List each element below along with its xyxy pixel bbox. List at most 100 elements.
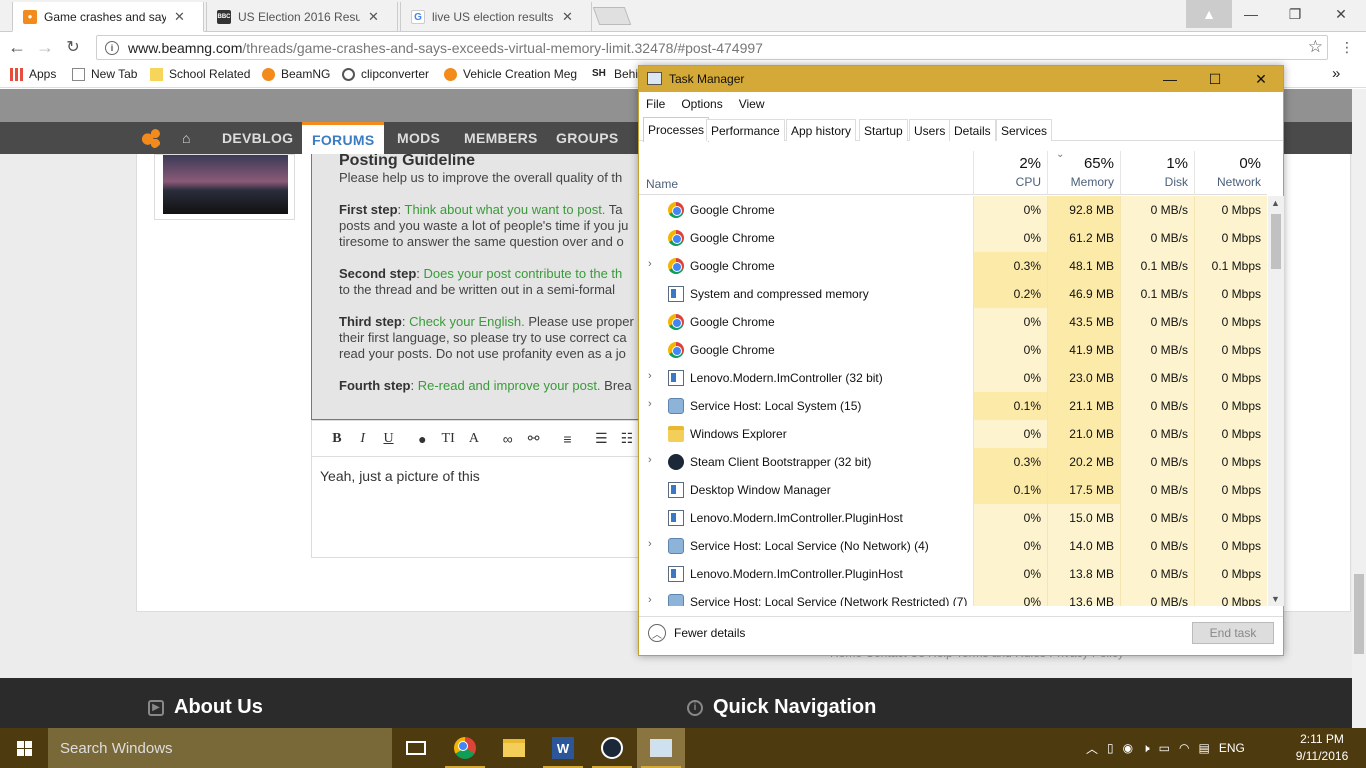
italic-icon[interactable]: I xyxy=(350,431,376,447)
new-tab-button[interactable] xyxy=(592,7,632,25)
bookmark-behi[interactable]: SH Behi xyxy=(592,67,638,81)
file-explorer-icon[interactable] xyxy=(490,728,538,768)
notifications-icon[interactable]: ▤ xyxy=(1199,741,1210,755)
font-size-icon[interactable]: TI xyxy=(435,431,461,447)
process-row[interactable]: › Service Host: Local System (15) 0.1% 21.1… xyxy=(639,392,1267,420)
expand-chevron-icon[interactable]: › xyxy=(648,370,652,382)
volume-icon[interactable]: 🕨 xyxy=(1142,741,1150,756)
underline-icon[interactable]: U xyxy=(376,431,402,447)
step-link[interactable]: Check your English. xyxy=(409,314,525,329)
bookmark-vehicle-creation[interactable]: Vehicle Creation Meg xyxy=(444,67,580,81)
browser-tab-beamng[interactable]: ● Game crashes and says e ✕ xyxy=(12,2,204,32)
reload-icon[interactable]: ↻ xyxy=(62,36,84,58)
step-link[interactable]: Re-read and improve your post. xyxy=(418,378,601,393)
close-tab-icon[interactable]: ✕ xyxy=(174,9,185,25)
bookmark-apps[interactable]: Apps xyxy=(10,67,56,81)
menu-file[interactable]: File xyxy=(646,97,665,111)
process-row[interactable]: › Steam Client Bootstrapper (32 bit) 0.3% 2… xyxy=(639,448,1267,476)
tab-processes[interactable]: Processes xyxy=(643,117,710,142)
browser-tab-bbc[interactable]: BBC US Election 2016 Results ✕ xyxy=(206,2,398,32)
bold-icon[interactable]: B xyxy=(324,431,350,447)
chrome-taskbar-icon[interactable] xyxy=(441,728,489,768)
back-arrow-icon[interactable]: ← xyxy=(6,36,28,58)
tm-close-button[interactable]: ✕ xyxy=(1238,66,1284,92)
process-row[interactable]: Windows Explorer 0% 21.0 MB 0 MB/s 0 Mbps xyxy=(639,420,1267,448)
text-color-icon[interactable]: ● xyxy=(409,431,435,447)
steam-icon[interactable] xyxy=(588,728,636,768)
forward-arrow-icon[interactable]: → xyxy=(34,36,56,58)
process-row[interactable]: Google Chrome 0% 92.8 MB 0 MB/s 0 Mbps xyxy=(639,196,1267,224)
process-row[interactable]: › Service Host: Local Service (Network Re… xyxy=(639,588,1267,606)
tm-scrollbar[interactable]: ▲ ▼ xyxy=(1268,196,1284,606)
expand-chevron-icon[interactable]: › xyxy=(648,398,652,410)
expand-chevron-icon[interactable]: › xyxy=(648,538,652,550)
language-indicator[interactable]: ENG xyxy=(1219,741,1245,755)
beamng-logo-icon[interactable] xyxy=(140,122,166,154)
process-row[interactable]: Desktop Window Manager 0.1% 17.5 MB 0 MB/s 0… xyxy=(639,476,1267,504)
start-button[interactable] xyxy=(0,728,48,768)
close-tab-icon[interactable]: ✕ xyxy=(562,9,573,25)
unlink-icon[interactable]: ⚯ xyxy=(521,430,547,447)
nav-mods[interactable]: MODS xyxy=(397,122,440,154)
close-tab-icon[interactable]: ✕ xyxy=(368,9,379,25)
word-icon[interactable]: W xyxy=(539,728,587,768)
nav-groups[interactable]: GROUPS xyxy=(556,122,618,154)
bookmark-beamng[interactable]: BeamNG xyxy=(262,67,330,81)
process-row[interactable]: › Lenovo.Modern.ImController (32 bit) 0% 23… xyxy=(639,364,1267,392)
show-hidden-icons-icon[interactable]: ︿ xyxy=(1086,740,1098,757)
info-icon[interactable]: i xyxy=(105,40,119,55)
tab-performance[interactable]: Performance xyxy=(706,119,785,141)
col-memory[interactable]: ⌄ 65% Memory xyxy=(1047,149,1120,195)
process-row[interactable]: Google Chrome 0% 41.9 MB 0 MB/s 0 Mbps xyxy=(639,336,1267,364)
tab-users[interactable]: Users xyxy=(909,119,951,141)
browser-tab-google[interactable]: G live US election results - ✕ xyxy=(400,2,592,32)
bookmark-new-tab[interactable]: New Tab xyxy=(72,67,137,81)
task-manager-taskbar-icon[interactable] xyxy=(637,728,685,768)
page-scrollbar[interactable] xyxy=(1352,89,1366,728)
battery-icon[interactable]: ▭ xyxy=(1159,741,1170,755)
reply-editor[interactable]: B I U ● TI A ∞ ⚯ ≡ ☰ ☷ Yeah, just a pict… xyxy=(311,420,641,558)
menu-dots-icon[interactable]: ⋮ xyxy=(1336,36,1358,58)
nav-forums[interactable]: FORUMS xyxy=(302,122,385,154)
restore-button[interactable]: ❐ xyxy=(1272,0,1318,28)
bookmark-clipconverter[interactable]: clipconverter xyxy=(342,67,429,81)
close-window-button[interactable]: ✕ xyxy=(1318,0,1364,28)
home-icon[interactable]: ⌂ xyxy=(182,122,191,154)
nav-devblog[interactable]: DEVBLOG xyxy=(222,122,293,154)
bookmark-school-related[interactable]: School Related xyxy=(150,67,250,81)
link-icon[interactable]: ∞ xyxy=(495,431,521,447)
task-view-icon[interactable] xyxy=(392,728,440,768)
page-scroll-thumb[interactable] xyxy=(1354,574,1364,654)
minimize-button[interactable]: — xyxy=(1228,0,1274,28)
scroll-up-icon[interactable]: ▲ xyxy=(1271,198,1280,208)
menu-view[interactable]: View xyxy=(739,97,765,111)
accessibility-icon[interactable]: ◉ xyxy=(1123,741,1133,755)
wifi-icon[interactable]: ◠ xyxy=(1179,741,1189,755)
user-avatar[interactable] xyxy=(154,154,295,220)
tab-details[interactable]: Details xyxy=(949,119,996,141)
search-box[interactable]: Search Windows xyxy=(48,728,392,768)
scroll-down-icon[interactable]: ▼ xyxy=(1271,594,1280,604)
process-row[interactable]: › Service Host: Local Service (No Network… xyxy=(639,532,1267,560)
tab-app-history[interactable]: App history xyxy=(786,119,857,141)
url-bar[interactable]: i www.beamng.com/threads/game-crashes-an… xyxy=(96,35,1328,60)
col-cpu[interactable]: 2% CPU xyxy=(973,151,1047,195)
nav-members[interactable]: MEMBERS xyxy=(464,122,538,154)
col-disk[interactable]: 1% Disk xyxy=(1120,151,1194,195)
tablet-icon[interactable]: ▯ xyxy=(1107,741,1114,755)
clock[interactable]: 2:11 PM 9/11/2016 xyxy=(1294,731,1350,765)
process-row[interactable]: System and compressed memory 0.2% 46.9 MB 0… xyxy=(639,280,1267,308)
step-link[interactable]: Does your post contribute to the th xyxy=(424,266,623,281)
process-row[interactable]: Google Chrome 0% 43.5 MB 0 MB/s 0 Mbps xyxy=(639,308,1267,336)
process-row[interactable]: Lenovo.Modern.ImController.PluginHost 0% 1… xyxy=(639,504,1267,532)
tab-startup[interactable]: Startup xyxy=(859,119,908,141)
bulleted-list-icon[interactable]: ☰ xyxy=(588,430,614,447)
numbered-list-icon[interactable]: ☷ xyxy=(614,430,640,447)
process-row[interactable]: › Google Chrome 0.3% 48.1 MB 0.1 MB/s 0.1 Mbp… xyxy=(639,252,1267,280)
tm-maximize-button[interactable]: ☐ xyxy=(1192,66,1238,92)
editor-text[interactable]: Yeah, just a picture of this xyxy=(320,468,480,484)
tab-services[interactable]: Services xyxy=(996,119,1053,141)
tm-scroll-thumb[interactable] xyxy=(1271,214,1281,269)
step-link[interactable]: Think about what you want to post. xyxy=(405,202,606,217)
font-family-icon[interactable]: A xyxy=(461,431,487,447)
